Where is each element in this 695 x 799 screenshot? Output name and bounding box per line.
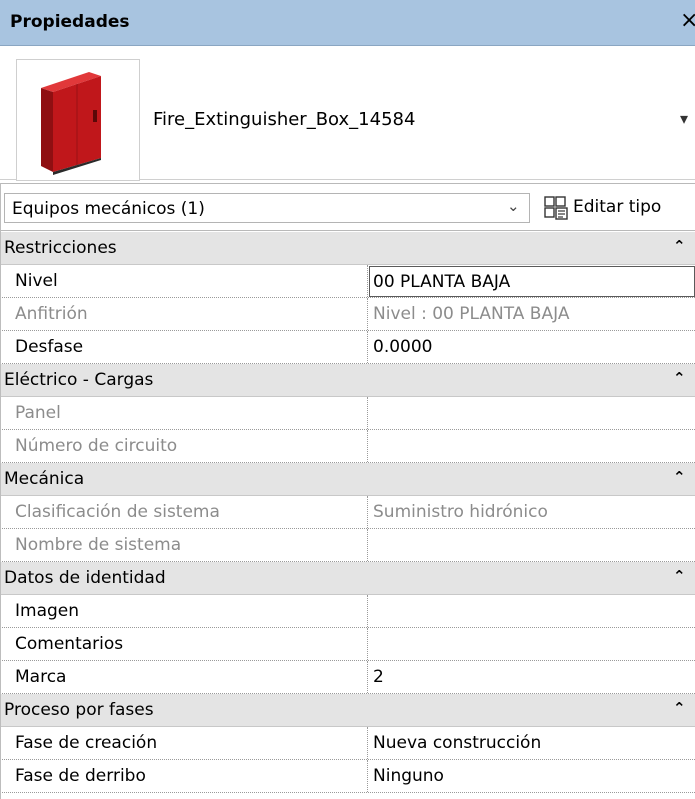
type-dropdown-arrow-icon[interactable]: ▾ xyxy=(680,109,688,128)
group-title: Datos de identidad xyxy=(4,568,166,588)
collapse-icon[interactable]: ⌃ xyxy=(673,567,686,585)
property-value-cell[interactable]: Nueva construcción xyxy=(368,727,695,759)
property-value-cell[interactable]: Ninguno xyxy=(368,760,695,792)
property-value: 0.0000 xyxy=(373,337,433,357)
group-header-mecanica[interactable]: Mecánica ⌃ xyxy=(0,463,695,496)
group-title: Restricciones xyxy=(4,238,117,258)
collapse-icon[interactable]: ⌃ xyxy=(673,699,686,717)
property-name: Clasificación de sistema xyxy=(15,502,220,522)
property-row-desfase[interactable]: Desfase 0.0000 xyxy=(0,331,695,364)
collapse-icon[interactable]: ⌃ xyxy=(673,237,686,255)
property-value: Ninguno xyxy=(373,766,444,786)
category-filter-dropdown[interactable]: Equipos mecánicos (1) ⌄ xyxy=(4,193,530,223)
property-name: Nivel xyxy=(15,271,58,291)
property-name: Panel xyxy=(15,403,61,423)
property-name: Nombre de sistema xyxy=(15,535,182,555)
title-bar[interactable]: Propiedades × xyxy=(0,0,695,46)
property-name: Fase de derribo xyxy=(15,766,146,786)
chevron-down-icon[interactable]: ⌄ xyxy=(507,197,520,215)
property-row-comentarios[interactable]: Comentarios xyxy=(0,628,695,661)
group-header-electrico-cargas[interactable]: Eléctrico - Cargas ⌃ xyxy=(0,364,695,397)
group-title: Mecánica xyxy=(4,469,85,489)
property-row-nivel[interactable]: Nivel 00 PLANTA BAJA xyxy=(0,265,695,298)
fire-extinguisher-box-thumbnail xyxy=(16,59,140,181)
property-value-input[interactable]: 00 PLANTA BAJA xyxy=(369,266,695,297)
group-header-proceso-por-fases[interactable]: Proceso por fases ⌃ xyxy=(0,694,695,727)
group-header-restricciones[interactable]: Restricciones ⌃ xyxy=(0,232,695,265)
type-selector[interactable]: Fire_Extinguisher_Box_14584 ▾ xyxy=(0,47,695,181)
property-row-nombre-de-sistema: Nombre de sistema xyxy=(0,529,695,562)
property-value: Suministro hidrónico xyxy=(373,502,548,522)
property-row-panel: Panel xyxy=(0,397,695,430)
property-row-fase-de-derribo[interactable]: Fase de derribo Ninguno xyxy=(0,760,695,793)
property-name: Comentarios xyxy=(15,634,124,654)
group-title: Proceso por fases xyxy=(4,700,154,720)
collapse-icon[interactable]: ⌃ xyxy=(673,468,686,486)
property-name: Fase de creación xyxy=(15,733,158,753)
edit-type-label: Editar tipo xyxy=(573,197,662,217)
property-value: Nivel : 00 PLANTA BAJA xyxy=(373,304,570,324)
edit-type-button[interactable]: Editar tipo xyxy=(543,192,695,224)
group-header-datos-de-identidad[interactable]: Datos de identidad ⌃ xyxy=(0,562,695,595)
panel-left-border xyxy=(0,183,1,799)
property-row-fase-de-creacion[interactable]: Fase de creación Nueva construcción xyxy=(0,727,695,760)
properties-panel: Propiedades × Fire_Extinguisher_Box_1458… xyxy=(0,0,695,799)
close-icon[interactable]: × xyxy=(680,8,695,34)
property-value: 2 xyxy=(373,667,384,687)
property-row-clasificacion-de-sistema: Clasificación de sistema Suministro hidr… xyxy=(0,496,695,529)
category-selected-label: Equipos mecánicos (1) xyxy=(12,199,205,219)
property-name: Número de circuito xyxy=(15,436,178,456)
property-name: Marca xyxy=(15,667,67,687)
property-row-marca[interactable]: Marca 2 xyxy=(0,661,695,694)
type-name: Fire_Extinguisher_Box_14584 xyxy=(153,109,416,130)
property-row-imagen[interactable]: Imagen xyxy=(0,595,695,628)
edit-type-icon xyxy=(543,195,569,225)
property-row-anfitrion: Anfitrión Nivel : 00 PLANTA BAJA xyxy=(0,298,695,331)
property-value-cell[interactable]: 2 xyxy=(368,661,695,693)
property-name: Anfitrión xyxy=(15,304,88,324)
property-row-numero-de-circuito: Número de circuito xyxy=(0,430,695,463)
property-name: Imagen xyxy=(15,601,80,621)
category-row: Equipos mecánicos (1) ⌄ Editar tipo xyxy=(0,183,695,231)
panel-title: Propiedades xyxy=(10,12,130,32)
property-value: Nueva construcción xyxy=(373,733,542,753)
property-value: 00 PLANTA BAJA xyxy=(373,272,511,292)
property-value-cell[interactable]: 0.0000 xyxy=(368,331,695,363)
collapse-icon[interactable]: ⌃ xyxy=(673,369,686,387)
property-name: Desfase xyxy=(15,337,84,357)
group-title: Eléctrico - Cargas xyxy=(4,370,154,390)
property-value-cell[interactable] xyxy=(368,628,695,660)
property-value-cell[interactable] xyxy=(368,595,695,627)
